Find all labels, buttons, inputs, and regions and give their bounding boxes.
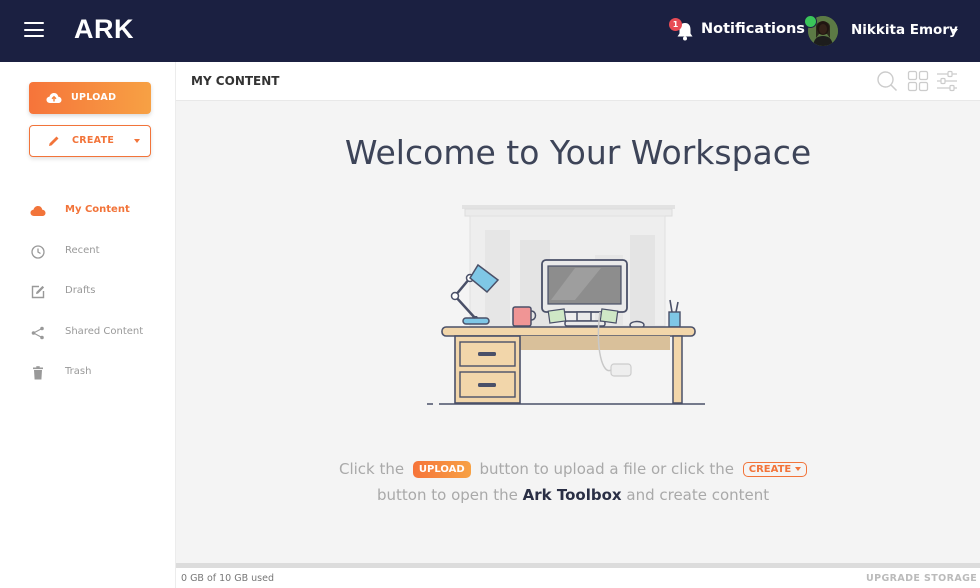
pencil-icon (49, 136, 59, 146)
top-bar: ARK 1 Notifications Nikkita Emory (0, 0, 980, 62)
sidebar-item-drafts[interactable]: Drafts (0, 279, 175, 305)
upgrade-storage-link[interactable]: UPGRADE STORAGE (866, 573, 977, 584)
ark-toolbox-text: Ark Toolbox (522, 486, 622, 504)
content-header: MY CONTENT (176, 62, 980, 101)
clock-icon (31, 245, 45, 259)
search-icon[interactable] (876, 70, 898, 92)
hamburger-menu-icon[interactable] (24, 22, 44, 38)
hint-text-line-1: Click the UPLOAD button to upload a file… (339, 460, 811, 478)
sidebar-item-label: Trash (65, 366, 92, 377)
sidebar-item-shared-content[interactable]: Shared Content (0, 320, 175, 346)
sidebar-item-label: My Content (65, 204, 130, 215)
grid-view-icon[interactable] (907, 70, 929, 92)
create-pill-label: CREATE (748, 464, 792, 475)
storage-usage-text: 0 GB of 10 GB used (181, 573, 274, 584)
create-button[interactable]: CREATE (29, 125, 151, 157)
sidebar-item-label: Recent (65, 245, 100, 256)
storage-progress-bar (176, 563, 980, 568)
chevron-down-icon[interactable] (952, 29, 958, 33)
sidebar-item-label: Shared Content (65, 326, 144, 337)
upload-button-label: UPLOAD (71, 92, 117, 103)
cloud-upload-icon (46, 93, 62, 103)
page-title: MY CONTENT (191, 74, 280, 88)
create-pill: CREATE (742, 462, 808, 477)
sidebar-item-my-content[interactable]: My Content (0, 198, 175, 224)
user-name[interactable]: Nikkita Emory (851, 22, 958, 38)
cloud-icon (30, 206, 46, 216)
chevron-down-icon (795, 467, 802, 471)
hint-text: Click the (339, 460, 405, 478)
hint-text-line-2: button to open the Ark Toolbox and creat… (377, 486, 769, 504)
filter-sliders-icon[interactable] (936, 70, 958, 92)
workspace-desk-illustration (427, 205, 705, 405)
hint-text: and create content (626, 486, 770, 504)
sidebar-item-label: Drafts (65, 285, 96, 296)
hint-text: button to upload a file or click the (479, 460, 734, 478)
upload-pill: UPLOAD (412, 461, 471, 478)
sidebar-item-recent[interactable]: Recent (0, 239, 175, 265)
app-logo[interactable]: ARK (74, 14, 134, 45)
create-button-label: CREATE (72, 135, 115, 146)
trash-icon (33, 366, 43, 380)
welcome-heading: Welcome to Your Workspace (344, 133, 812, 172)
sidebar-item-trash[interactable]: Trash (0, 360, 175, 386)
notification-badge: 1 (669, 18, 682, 31)
edit-icon (31, 285, 45, 299)
share-icon (31, 326, 44, 340)
chevron-down-icon (134, 139, 140, 143)
online-status-dot (804, 15, 817, 28)
hint-text: button to open the (377, 486, 518, 504)
upload-button[interactable]: UPLOAD (29, 82, 151, 114)
notifications-link[interactable]: Notifications (701, 21, 805, 37)
